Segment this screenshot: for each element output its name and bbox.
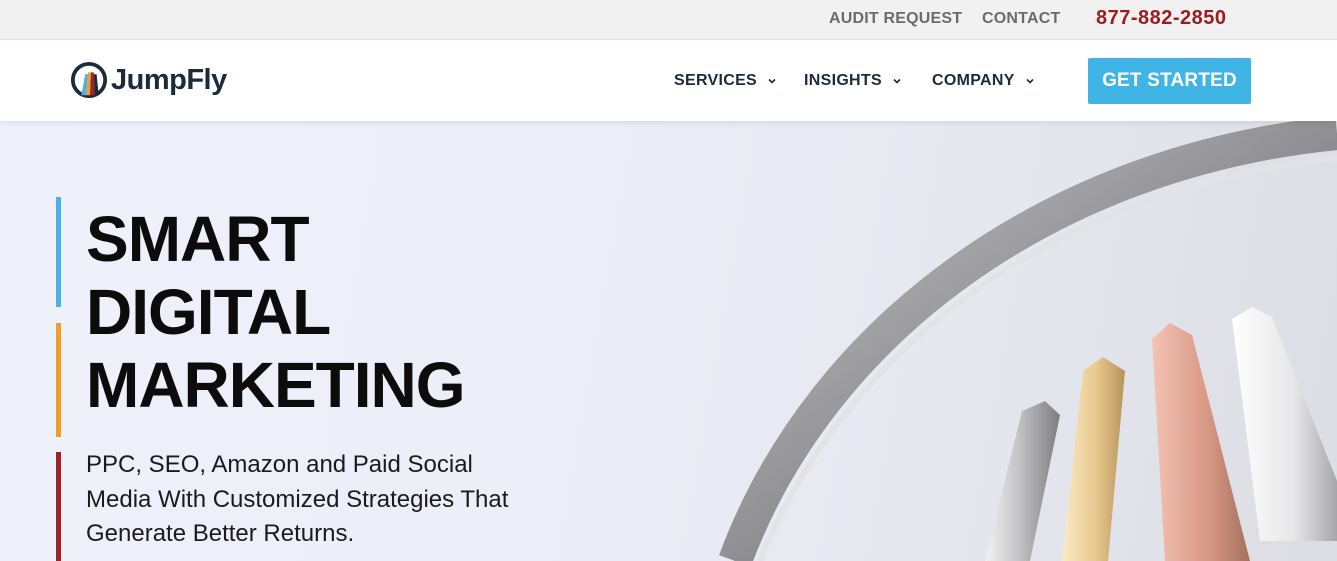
headline-line-2: DIGITAL bbox=[86, 276, 331, 348]
brand-logo[interactable]: JumpFly bbox=[70, 61, 227, 99]
phone-number-link[interactable]: 877-882-2850 bbox=[1096, 7, 1227, 30]
nav-company[interactable]: COMPANY bbox=[932, 72, 1035, 90]
chevron-down-icon bbox=[768, 78, 776, 84]
headline-line-3: MARKETING bbox=[86, 349, 466, 421]
nav-company-label: COMPANY bbox=[932, 72, 1015, 89]
nav-insights-label: INSIGHTS bbox=[804, 72, 882, 89]
headline-line-1: SMART bbox=[86, 203, 310, 275]
get-started-button[interactable]: GET STARTED bbox=[1088, 58, 1251, 104]
nav-services[interactable]: SERVICES bbox=[674, 72, 777, 90]
chevron-down-icon bbox=[893, 78, 901, 84]
nav-insights[interactable]: INSIGHTS bbox=[804, 72, 902, 90]
nav-services-label: SERVICES bbox=[674, 72, 758, 89]
accent-bar-orange bbox=[56, 323, 61, 437]
hero-subtext: PPC, SEO, Amazon and Paid Social Media W… bbox=[86, 451, 509, 547]
accent-bar-blue bbox=[56, 197, 61, 307]
chevron-down-icon bbox=[1026, 78, 1034, 84]
accent-bar-red bbox=[56, 452, 61, 561]
audit-request-link[interactable]: AUDIT REQUEST bbox=[829, 10, 962, 28]
brand-name: JumpFly bbox=[111, 63, 227, 96]
main-navbar: JumpFly SERVICES INSIGHTS COMPANY GET ST… bbox=[0, 41, 1337, 121]
jumpfly-arc-logo-icon bbox=[70, 61, 108, 99]
top-utility-bar: AUDIT REQUEST CONTACT 877-882-2850 bbox=[0, 0, 1337, 40]
hero-headline: SMART DIGITAL MARKETING bbox=[86, 203, 466, 422]
hero-section: SMART DIGITAL MARKETING PPC, SEO, Amazon… bbox=[0, 121, 1337, 561]
contact-link[interactable]: CONTACT bbox=[982, 10, 1060, 28]
